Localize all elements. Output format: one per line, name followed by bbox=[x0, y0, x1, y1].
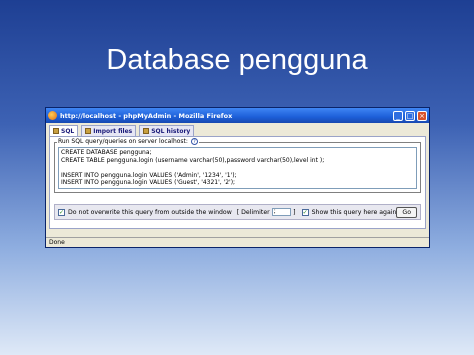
go-button[interactable]: Go bbox=[396, 206, 417, 218]
tab-import-files[interactable]: Import files bbox=[81, 125, 137, 136]
firefox-icon bbox=[48, 111, 57, 120]
tab-sql-history-label: SQL history bbox=[151, 127, 191, 135]
show-query-label: Show this query here again bbox=[311, 208, 397, 216]
sql-panel: Run SQL query/queries on server localhos… bbox=[49, 136, 426, 229]
overwrite-label: Do not overwrite this query from outside… bbox=[68, 208, 232, 216]
overwrite-checkbox[interactable]: ✓ bbox=[58, 208, 65, 216]
delimiter-close: ] bbox=[293, 208, 296, 216]
slide-title: Database pengguna bbox=[106, 44, 368, 76]
minimize-button[interactable]: _ bbox=[393, 110, 403, 121]
title-bar[interactable]: http://localhost - phpMyAdmin - Mozilla … bbox=[46, 108, 429, 123]
maximize-button[interactable]: □ bbox=[405, 110, 415, 121]
show-query-checkbox[interactable]: ✓ bbox=[301, 208, 309, 216]
sql-query-textarea[interactable]: CREATE DATABASE pengguna; CREATE TABLE p… bbox=[58, 147, 417, 189]
delimiter-label: [ Delimiter bbox=[236, 208, 270, 216]
browser-window: http://localhost - phpMyAdmin - Mozilla … bbox=[45, 107, 430, 248]
query-legend-label: Run SQL query/queries on server localhos… bbox=[58, 138, 188, 145]
tab-sql-history[interactable]: SQL history bbox=[139, 125, 195, 136]
close-button[interactable]: × bbox=[417, 110, 427, 121]
tab-sql-label: SQL bbox=[61, 127, 75, 135]
query-fieldset: Run SQL query/queries on server localhos… bbox=[54, 138, 421, 193]
sql-icon bbox=[53, 128, 59, 134]
tab-sql[interactable]: SQL bbox=[49, 125, 79, 136]
query-options-bar: ✓ Do not overwrite this query from outsi… bbox=[54, 204, 421, 220]
query-legend: Run SQL query/queries on server localhos… bbox=[57, 138, 199, 145]
status-bar: Done bbox=[46, 237, 429, 247]
help-icon[interactable]: ? bbox=[190, 138, 198, 145]
delimiter-input[interactable]: ; bbox=[271, 208, 292, 216]
history-icon bbox=[143, 128, 150, 134]
tab-import-files-label: Import files bbox=[93, 127, 133, 135]
import-icon bbox=[85, 128, 92, 134]
window-title: http://localhost - phpMyAdmin - Mozilla … bbox=[60, 111, 233, 120]
tab-bar: SQL Import files SQL history bbox=[46, 123, 429, 136]
